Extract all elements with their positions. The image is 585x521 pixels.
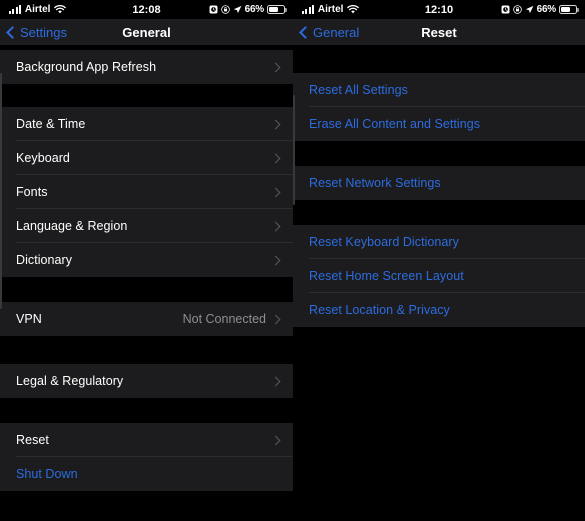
list-item-reset-home-screen-layout[interactable]: Reset Home Screen Layout (293, 259, 585, 293)
settings-list-reset[interactable]: Reset All Settings Erase All Content and… (293, 45, 585, 521)
reset-group-3: Reset Keyboard Dictionary Reset Home Scr… (293, 225, 585, 327)
status-bar-left-group: Airtel (9, 4, 67, 15)
list-item-label: Date & Time (16, 117, 86, 131)
list-item[interactable]: Background App Refresh (0, 50, 293, 84)
battery-percent-label: 66% (244, 4, 265, 15)
signal-bars-icon (302, 5, 314, 14)
back-button-settings[interactable]: Settings (6, 24, 67, 40)
status-bar-right-group: 66% (209, 4, 285, 15)
reset-group-1: Reset All Settings Erase All Content and… (293, 73, 585, 141)
chevron-left-icon (299, 25, 312, 39)
back-button-label: General (313, 24, 360, 40)
list-item-vpn[interactable]: VPN Not Connected (0, 302, 293, 336)
alarm-clock-icon (209, 5, 218, 14)
chevron-left-icon (6, 25, 19, 39)
back-button-label: Settings (20, 24, 67, 40)
nav-bar-right: General Reset (293, 19, 585, 45)
list-item-label: Language & Region (16, 219, 128, 233)
settings-group-4: Legal & Regulatory (0, 364, 293, 398)
list-item[interactable]: Date & Time (0, 107, 293, 141)
list-item-reset-keyboard-dictionary[interactable]: Reset Keyboard Dictionary (293, 225, 585, 259)
list-item-label: Reset Home Screen Layout (309, 269, 464, 283)
list-item-label: Keyboard (16, 151, 70, 165)
status-bar-left: Airtel 12:08 66% (0, 0, 293, 19)
list-item-reset[interactable]: Reset (0, 423, 293, 457)
list-item-reset-network-settings[interactable]: Reset Network Settings (293, 166, 585, 200)
list-item-label: Shut Down (16, 467, 78, 481)
orientation-lock-icon (220, 5, 230, 14)
list-item-label: Dictionary (16, 253, 73, 267)
signal-bars-icon (9, 5, 21, 14)
list-item-reset-location-privacy[interactable]: Reset Location & Privacy (293, 293, 585, 327)
section-gap (293, 200, 585, 225)
list-item[interactable]: Keyboard (0, 141, 293, 175)
settings-list-general[interactable]: Background App Refresh Date & Time Keybo… (0, 45, 293, 521)
reset-group-2: Reset Network Settings (293, 166, 585, 200)
chevron-right-icon (270, 119, 281, 129)
list-item-label: Erase All Content and Settings (309, 117, 481, 131)
location-arrow-icon (233, 5, 242, 14)
scroll-indicator[interactable] (293, 95, 295, 205)
status-bar-left-group: Airtel (302, 4, 360, 15)
phone-screen-general: Airtel 12:08 66% Settings General Backgr… (0, 0, 293, 521)
list-item-value: Not Connected (182, 312, 266, 326)
orientation-lock-icon (512, 5, 522, 14)
section-gap (0, 398, 293, 423)
settings-group-2: Date & Time Keyboard Fonts Language & Re… (0, 107, 293, 277)
scroll-indicator[interactable] (0, 73, 2, 309)
chevron-right-icon (270, 62, 281, 72)
list-item-label: Background App Refresh (16, 60, 157, 74)
status-bar-right-group: 66% (501, 4, 577, 15)
dual-phone-screenshot: Airtel 12:08 66% Settings General Backgr… (0, 0, 585, 521)
list-item-erase-all-content[interactable]: Erase All Content and Settings (293, 107, 585, 141)
list-item-label: Fonts (16, 185, 48, 199)
battery-icon (267, 5, 285, 14)
chevron-right-icon (270, 153, 281, 163)
location-arrow-icon (525, 5, 534, 14)
status-bar-right: Airtel 12:10 66% (293, 0, 585, 19)
list-item-label: Reset (16, 433, 49, 447)
list-item[interactable]: Legal & Regulatory (0, 364, 293, 398)
wifi-icon (347, 5, 360, 14)
battery-icon (559, 5, 577, 14)
list-item-reset-all-settings[interactable]: Reset All Settings (293, 73, 585, 107)
phone-screen-reset: Airtel 12:10 66% General Reset Reset All… (293, 0, 585, 521)
chevron-right-icon (270, 255, 281, 265)
section-gap (293, 45, 585, 73)
section-gap (0, 84, 293, 107)
list-item-label: Reset Network Settings (309, 176, 441, 190)
chevron-right-icon (270, 376, 281, 386)
list-item-label: Legal & Regulatory (16, 374, 124, 388)
list-item[interactable]: Fonts (0, 175, 293, 209)
list-item-label: VPN (16, 312, 42, 326)
chevron-right-icon (270, 187, 281, 197)
carrier-label: Airtel (317, 4, 344, 15)
settings-group-5: Reset Shut Down (0, 423, 293, 491)
settings-group-3: VPN Not Connected (0, 302, 293, 336)
section-gap (0, 336, 293, 364)
section-gap (293, 141, 585, 166)
settings-group-1: Background App Refresh (0, 50, 293, 84)
wifi-icon (54, 5, 67, 14)
back-button-general[interactable]: General (299, 24, 360, 40)
section-gap (0, 277, 293, 302)
list-item-label: Reset Keyboard Dictionary (309, 235, 459, 249)
chevron-right-icon (270, 314, 281, 324)
list-item-shut-down[interactable]: Shut Down (0, 457, 293, 491)
chevron-right-icon (270, 221, 281, 231)
battery-percent-label: 66% (536, 4, 557, 15)
alarm-clock-icon (501, 5, 510, 14)
carrier-label: Airtel (24, 4, 51, 15)
list-item-label: Reset All Settings (309, 83, 408, 97)
nav-bar-left: Settings General (0, 19, 293, 45)
list-item[interactable]: Dictionary (0, 243, 293, 277)
chevron-right-icon (270, 435, 281, 445)
list-item[interactable]: Language & Region (0, 209, 293, 243)
list-item-label: Reset Location & Privacy (309, 303, 450, 317)
